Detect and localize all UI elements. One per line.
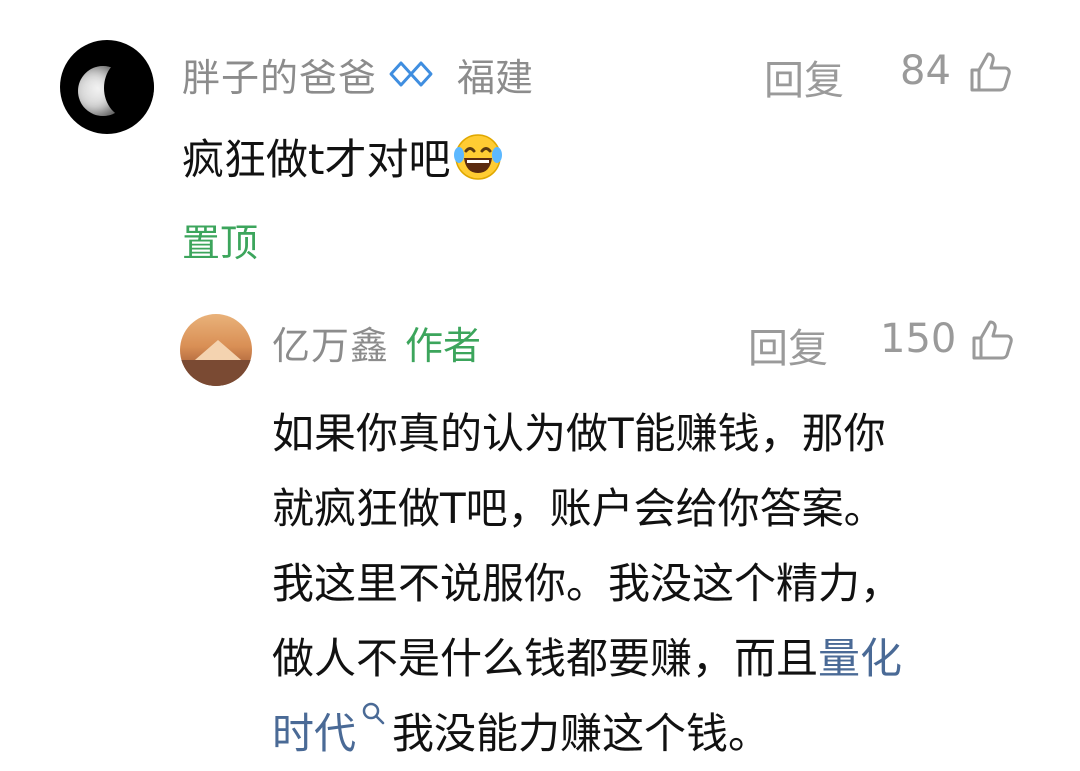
search-icon[interactable] [360, 700, 386, 726]
location: 福建 [457, 55, 534, 100]
reply-username[interactable]: 亿万鑫 [272, 315, 389, 370]
reply-meta: 亿万鑫 作者 [272, 314, 481, 370]
like-count: 84 [900, 48, 951, 94]
comment: 胖子的爸爸 福建 回复 84 疯狂做t才对吧 置顶 [0, 0, 1080, 290]
reply-line-5: 时代 我没能力赚这个钱。 [272, 696, 1032, 771]
reply-button[interactable]: 回复 [748, 316, 828, 374]
reply-button[interactable]: 回复 [764, 48, 844, 106]
comment-body: 疯狂做t才对吧 [182, 135, 451, 184]
reply-comment: 亿万鑫 作者 回复 150 如果你真的认为做T能赚钱，那你 就疯狂做T吧，账户会… [0, 300, 1080, 768]
avatar[interactable] [60, 40, 154, 134]
pinned-label: 置顶 [182, 221, 259, 265]
reply-line-2: 就疯狂做T吧，账户会给你答案。 [272, 484, 886, 533]
mountain-base-graphic [180, 360, 252, 386]
laughing-tears-emoji-icon [454, 133, 503, 180]
comment-text: 疯狂做t才对吧 [182, 126, 504, 187]
reply-avatar[interactable] [180, 314, 252, 386]
reply-line-4: 做人不是什么钱都要赚，而且量化 [272, 621, 1032, 696]
username[interactable]: 胖子的爸爸 [182, 47, 377, 102]
comment-meta: 胖子的爸爸 福建 [182, 44, 533, 104]
reply-body: 如果你真的认为做T能赚钱，那你 就疯狂做T吧，账户会给你答案。 我这里不说服你。… [272, 396, 1032, 771]
search-keyword-link-part2[interactable]: 时代 [272, 709, 356, 758]
moon-shadow [104, 58, 154, 118]
reply-tail-text: 我没能力赚这个钱。 [392, 709, 771, 758]
reply-line-1: 如果你真的认为做T能赚钱，那你 [272, 409, 886, 458]
search-keyword-link-part1[interactable]: 量化 [818, 634, 902, 683]
infinity-badge-icon [389, 61, 433, 87]
thumbs-up-icon[interactable] [970, 318, 1014, 362]
reply-line-4-text: 做人不是什么钱都要赚，而且 [272, 634, 819, 683]
author-tag: 作者 [405, 323, 482, 368]
reply-like-count: 150 [880, 316, 957, 362]
reply-line-3: 我这里不说服你。我没这个精力， [272, 559, 903, 608]
thumbs-up-icon[interactable] [968, 50, 1012, 94]
